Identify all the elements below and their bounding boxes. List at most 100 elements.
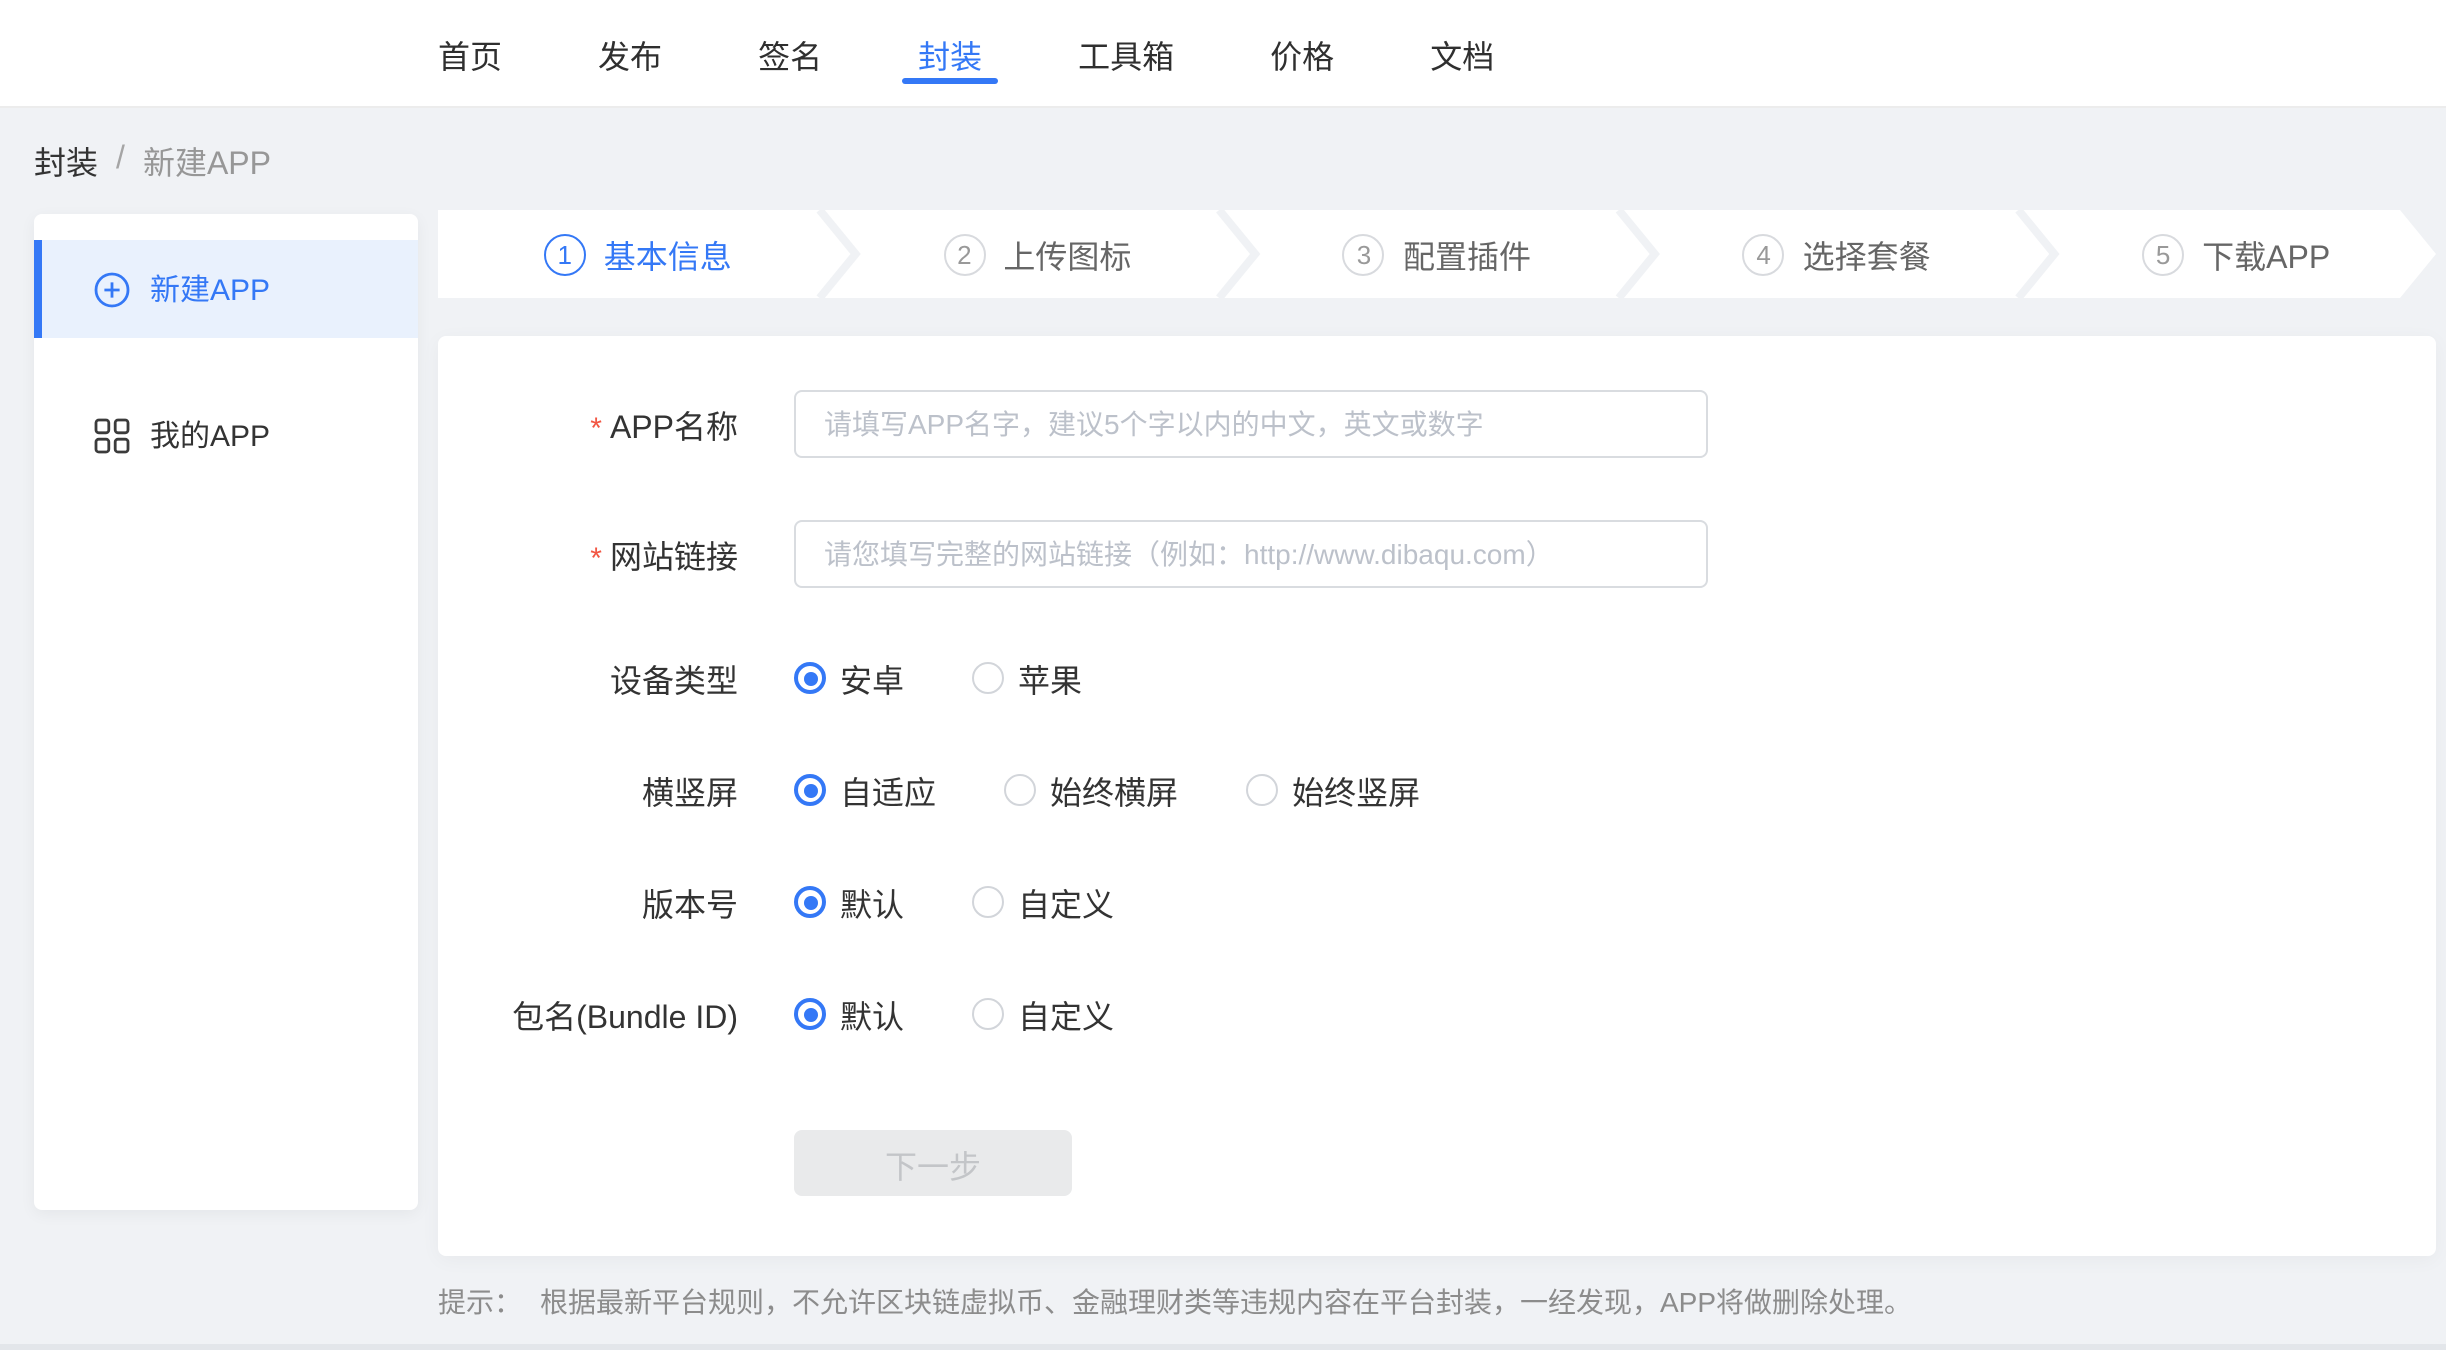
nav-item-首页[interactable]: 首页 [438,0,502,106]
step-3: 3 配置插件 [1237,210,1637,298]
input-APP名称[interactable] [794,390,1708,458]
radio-option-默认[interactable]: 默认 [794,878,904,926]
field-content [794,520,1708,588]
form-row-网站链接: *网站链接 [438,520,2436,588]
tip-text: 根据最新平台规则，不允许区块链虚拟币、金融理财类等违规内容在平台封装，一经发现，… [540,1286,1912,1318]
radio-selected-icon [794,886,826,918]
field-label-text: 横竖屏 [642,778,738,812]
sidebar-item-我的APP[interactable]: 我的APP [34,386,418,484]
radio-group-包名(Bundle ID): 默认 自定义 [794,990,1114,1038]
form-row-包名(Bundle ID): 包名(Bundle ID) 默认 自定义 [438,992,2436,1036]
bottom-edge-strip [0,1344,2446,1350]
radio-option-自定义[interactable]: 自定义 [972,878,1114,926]
main-content: 1基本信息2上传图标3配置插件4选择套餐5下载APP *APP名称*网站链接设备… [438,210,2436,298]
field-label-text: 版本号 [642,890,738,924]
step-label: 下载APP [2202,230,2330,278]
field-label: *APP名称 [438,400,738,448]
field-content: 自适应 始终横屏 始终竖屏 [794,766,1420,814]
step-1: 1基本信息 [438,210,838,298]
required-asterisk-icon: * [590,542,602,576]
radio-option-label: 始终横屏 [1050,766,1178,814]
nav-item-价格[interactable]: 价格 [1270,0,1334,106]
main-nav: 首页发布签名封装工具箱价格文档 [438,0,1494,106]
field-label-text: 包名(Bundle ID) [512,1002,738,1036]
radio-option-label: 默认 [840,878,904,926]
grid-icon [94,417,130,453]
radio-unselected-icon [972,886,1004,918]
field-label: 版本号 [438,878,738,926]
platform-rule-tip: 提示： 根据最新平台规则，不允许区块链虚拟币、金融理财类等违规内容在平台封装，一经… [438,1282,1912,1322]
nav-item-工具箱[interactable]: 工具箱 [1078,0,1174,106]
breadcrumb-separator: / [116,142,125,178]
radio-unselected-icon [1246,774,1278,806]
field-label: *网站链接 [438,530,738,578]
radio-option-安卓[interactable]: 安卓 [794,654,904,702]
radio-option-自定义[interactable]: 自定义 [972,990,1114,1038]
step-label: 选择套餐 [1803,230,1931,278]
breadcrumb-current: 新建APP [143,136,271,184]
step-5: 5下载APP [2036,210,2436,298]
radio-group-版本号: 默认 自定义 [794,878,1114,926]
field-label: 设备类型 [438,654,738,702]
radio-selected-icon [794,774,826,806]
field-label-text: APP名称 [610,412,738,446]
radio-option-label: 自适应 [840,766,936,814]
nav-item-签名[interactable]: 签名 [758,0,822,106]
radio-option-默认[interactable]: 默认 [794,990,904,1038]
field-label-text: 网站链接 [610,542,738,576]
nav-item-文档[interactable]: 文档 [1430,0,1494,106]
field-label: 包名(Bundle ID) [438,990,738,1038]
step-4: 4 选择套餐 [1637,210,2037,298]
next-step-button[interactable]: 下一步 [794,1130,1072,1196]
radio-option-label: 默认 [840,990,904,1038]
step-label: 基本信息 [604,230,732,278]
steps: 1基本信息 2 上传图标 3 配置插件 4 选择套餐 5下载APP [438,210,2436,298]
radio-option-自适应[interactable]: 自适应 [794,766,936,814]
step-wizard: 1基本信息 2 上传图标 3 配置插件 4 选择套餐 5下载APP [438,210,2436,298]
tip-prefix: 提示： [438,1286,522,1318]
sidebar-item-新建APP[interactable]: 新建APP [34,240,418,338]
radio-option-label: 自定义 [1018,878,1114,926]
step-number-badge: 4 [1743,233,1785,275]
step-number-badge: 2 [943,233,985,275]
breadcrumb-section[interactable]: 封装 [34,136,98,184]
form-row-横竖屏: 横竖屏 自适应 始终横屏 始终竖屏 [438,768,2436,812]
nav-item-封装[interactable]: 封装 [918,0,982,106]
radio-option-苹果[interactable]: 苹果 [972,654,1082,702]
form-row-版本号: 版本号 默认 自定义 [438,880,2436,924]
input-网站链接[interactable] [794,520,1708,588]
form-actions: 下一步 [438,1130,2436,1196]
step-label: 上传图标 [1003,230,1131,278]
form-row-APP名称: *APP名称 [438,390,2436,458]
required-asterisk-icon: * [590,412,602,446]
field-content [794,390,1708,458]
sidebar-item-label: 新建APP [150,268,270,310]
radio-group-设备类型: 安卓 苹果 [794,654,1082,702]
radio-option-label: 苹果 [1018,654,1082,702]
form-row-设备类型: 设备类型 安卓 苹果 [438,656,2436,700]
plus-circle-icon [94,271,130,307]
basic-info-form: *APP名称*网站链接设备类型安卓苹果横竖屏自适应始终横屏始终竖屏版本号默认自定… [438,390,2436,1036]
sidebar-item-label: 我的APP [150,414,270,456]
radio-unselected-icon [1004,774,1036,806]
radio-option-始终竖屏[interactable]: 始终竖屏 [1246,766,1420,814]
field-content: 默认 自定义 [794,878,1114,926]
radio-option-始终横屏[interactable]: 始终横屏 [1004,766,1178,814]
radio-unselected-icon [972,998,1004,1030]
step-label: 配置插件 [1403,230,1531,278]
nav-item-发布[interactable]: 发布 [598,0,662,106]
field-content: 默认 自定义 [794,990,1114,1038]
radio-selected-icon [794,662,826,694]
radio-option-label: 始终竖屏 [1292,766,1420,814]
page: 首页发布签名封装工具箱价格文档 封装 / 新建APP 新建APP我的APP 1基… [0,0,2446,1350]
radio-unselected-icon [972,662,1004,694]
radio-group-横竖屏: 自适应 始终横屏 始终竖屏 [794,766,1420,814]
radio-selected-icon [794,998,826,1030]
sidebar: 新建APP 我的APP [34,214,418,1210]
top-header: 首页发布签名封装工具箱价格文档 [0,0,2446,108]
radio-option-label: 安卓 [840,654,904,702]
field-label: 横竖屏 [438,766,738,814]
radio-option-label: 自定义 [1018,990,1114,1038]
step-number-badge: 3 [1343,233,1385,275]
form-card: *APP名称*网站链接设备类型安卓苹果横竖屏自适应始终横屏始终竖屏版本号默认自定… [438,336,2436,1256]
